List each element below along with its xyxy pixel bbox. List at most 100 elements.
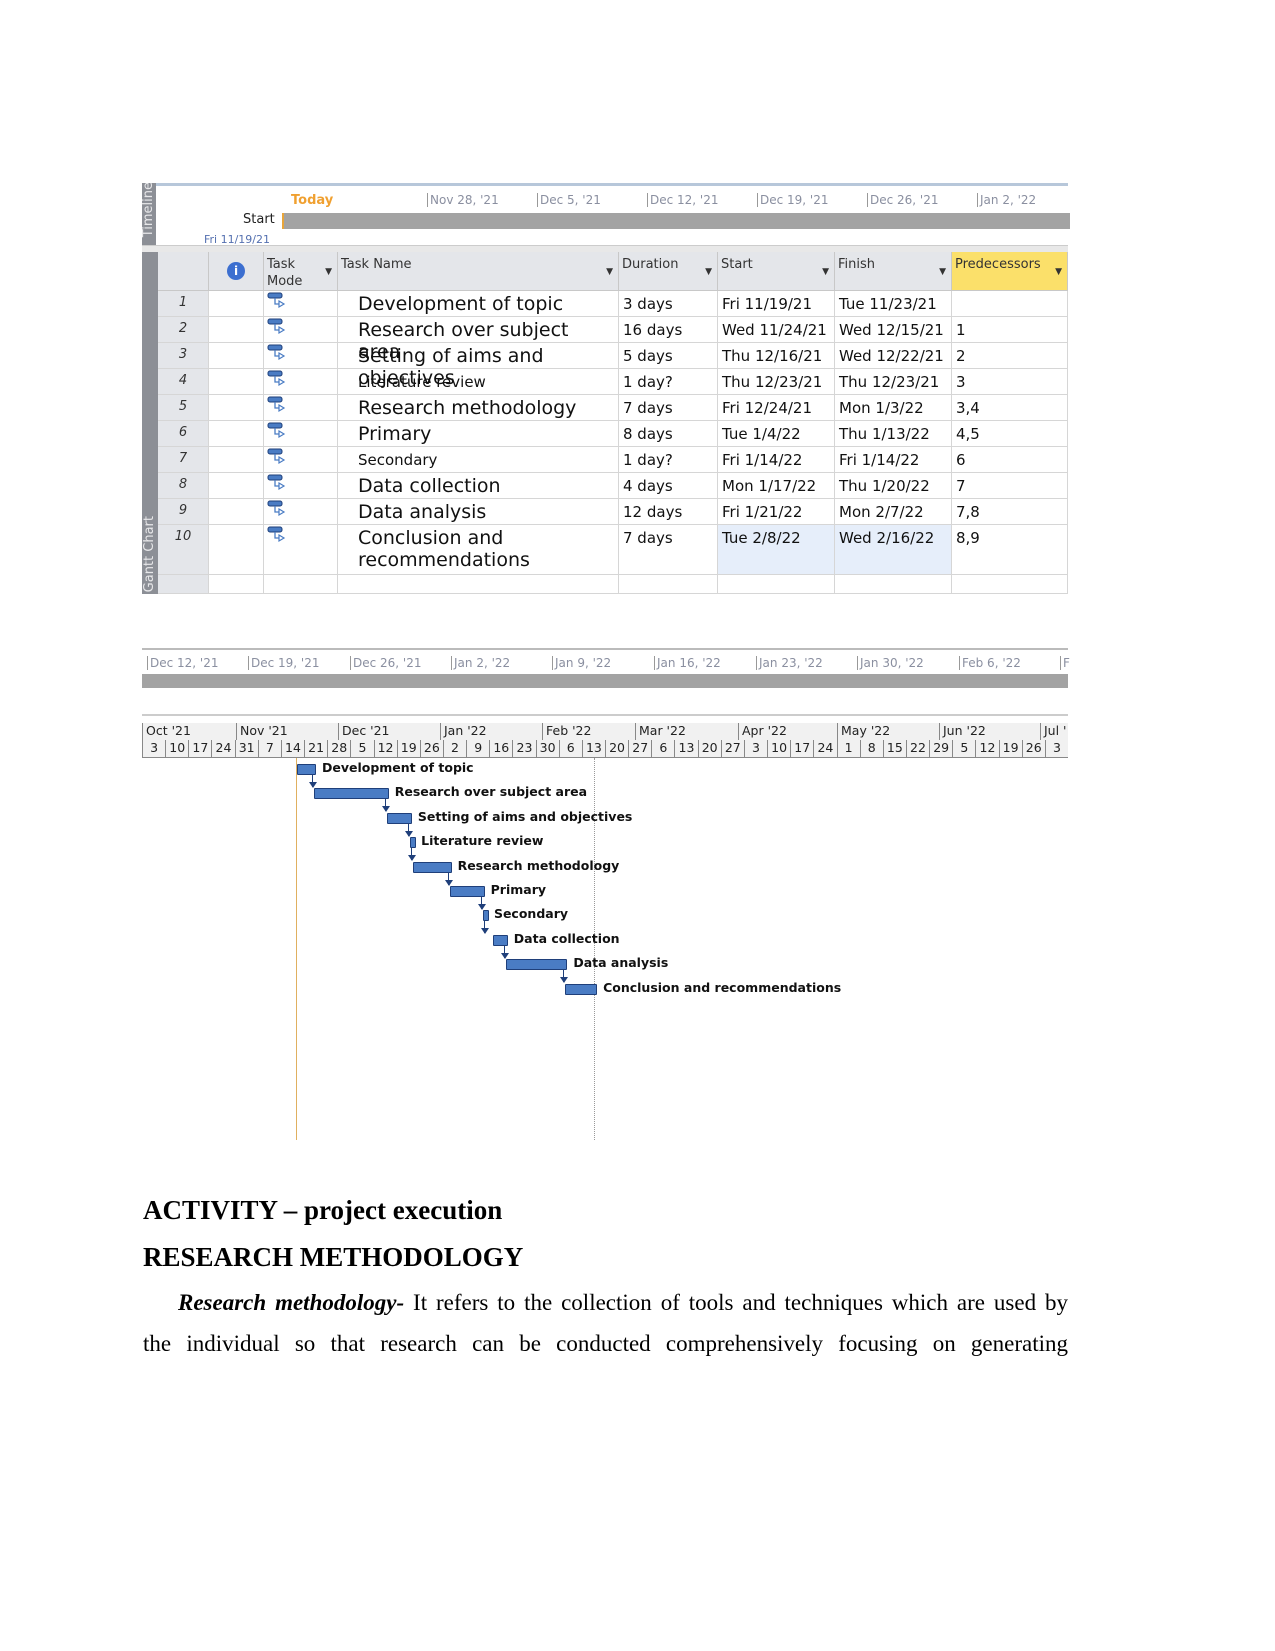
auto-scheduled-task-icon [267,318,286,335]
auto-scheduled-task-icon [267,422,286,439]
cell-name[interactable]: Setting of aims and objectives [338,343,619,389]
cell-pred[interactable]: 3,4 [952,395,1068,421]
cell-finish[interactable]: Thu 1/13/22 [835,421,952,447]
cell-finish[interactable]: Thu 12/23/21 [835,369,952,395]
cell-name[interactable]: Development of topic [338,291,619,317]
empty-cell[interactable] [264,575,338,594]
week-label: 17 [790,740,813,757]
timeline2-bar[interactable] [142,674,1068,688]
header-duration[interactable]: Duration ▼ [619,252,718,291]
cell-duration[interactable]: 3 days [619,291,718,317]
gantt-bar[interactable] [565,983,598,995]
cell-name[interactable]: Literature review [338,369,619,395]
task-mode-cell [264,291,338,317]
week-label: 19 [998,740,1022,757]
gantt-bar[interactable] [313,788,389,800]
cell-pred[interactable]: 7,8 [952,499,1068,525]
info-icon: i [227,262,245,280]
header-finish[interactable]: Finish ▼ [835,252,952,291]
cell-pred[interactable] [952,291,1068,317]
gantt-bar[interactable] [505,959,568,971]
cell-pred[interactable]: 2 [952,343,1068,369]
dropdown-arrow-icon[interactable]: ▼ [1055,264,1062,281]
cell-name[interactable]: Data analysis [338,499,619,525]
dropdown-arrow-icon[interactable]: ▼ [939,264,946,281]
cell-name[interactable]: Primary [338,421,619,447]
cell-start[interactable]: Fri 1/21/22 [718,499,835,525]
cell-pred[interactable]: 4,5 [952,421,1068,447]
cell-name[interactable]: Conclusion and recommendations [338,525,619,575]
week-label: 3 [1044,740,1068,757]
gantt-bar-label: Conclusion and recommendations [603,979,842,995]
cell-start[interactable]: Mon 1/17/22 [718,473,835,499]
empty-cell[interactable] [952,575,1068,594]
header-info[interactable]: i [209,252,264,291]
cell-start[interactable]: Thu 12/16/21 [718,343,835,369]
empty-cell[interactable] [338,575,619,594]
cell-duration[interactable]: 5 days [619,343,718,369]
dependency-arrowhead-icon [480,928,489,935]
header-task-mode[interactable]: Task Mode ▼ [264,252,338,291]
empty-cell[interactable] [158,575,209,594]
dropdown-arrow-icon[interactable]: ▼ [822,264,829,281]
cell-start[interactable]: Fri 1/14/22 [718,447,835,473]
gantt-bar[interactable] [449,886,485,897]
empty-cell[interactable] [209,575,264,594]
cell-pred[interactable]: 3 [952,369,1068,395]
cell-finish[interactable]: Tue 11/23/21 [835,291,952,317]
cell-duration[interactable]: 16 days [619,317,718,343]
task-mode-cell [264,499,338,525]
cell-duration[interactable]: 4 days [619,473,718,499]
cell-pred[interactable]: 6 [952,447,1068,473]
timeline-top-border [156,183,1068,186]
cell-pred[interactable]: 7 [952,473,1068,499]
dropdown-arrow-icon[interactable]: ▼ [606,264,613,281]
cell-finish[interactable]: Wed 2/16/22 [835,525,952,575]
timeline-date-label: Nov 28, '21 [427,193,499,207]
dropdown-arrow-icon[interactable]: ▼ [325,264,332,281]
week-label: 12 [975,740,998,757]
cell-name[interactable]: Research methodology [338,395,619,421]
cell-start[interactable]: Wed 11/24/21 [718,317,835,343]
cell-finish[interactable]: Wed 12/15/21 [835,317,952,343]
cell-finish[interactable]: Mon 1/3/22 [835,395,952,421]
cell-duration[interactable]: 7 days [619,395,718,421]
empty-cell[interactable] [619,575,718,594]
cell-duration[interactable]: 8 days [619,421,718,447]
header-start[interactable]: Start ▼ [718,252,835,291]
cell-start[interactable]: Fri 12/24/21 [718,395,835,421]
cell-duration[interactable]: 7 days [619,525,718,575]
header-task-name[interactable]: Task Name ▼ [338,252,619,291]
cell-duration[interactable]: 1 day? [619,447,718,473]
empty-cell[interactable] [835,575,952,594]
row-number: 10 [158,525,209,575]
cell-finish[interactable]: Wed 12/22/21 [835,343,952,369]
cell-pred[interactable]: 8,9 [952,525,1068,575]
cell-start[interactable]: Tue 2/8/22 [718,525,835,575]
header-label: Start [721,257,753,272]
header-label: Duration [622,257,679,272]
cell-name[interactable]: Secondary [338,447,619,473]
cell-finish[interactable]: Thu 1/20/22 [835,473,952,499]
cell-duration[interactable]: 1 day? [619,369,718,395]
gantt-bar[interactable] [413,861,452,873]
cell-duration[interactable]: 12 days [619,499,718,525]
task-mode-cell [264,317,338,343]
cell-start[interactable]: Tue 1/4/22 [718,421,835,447]
timeline-bar[interactable] [282,213,1070,229]
cell-finish[interactable]: Fri 1/14/22 [835,447,952,473]
cell-finish[interactable]: Mon 2/7/22 [835,499,952,525]
header-predecessors[interactable]: Predecessors ▼ [952,252,1068,291]
cell-pred[interactable]: 1 [952,317,1068,343]
cell-start[interactable]: Fri 11/19/21 [718,291,835,317]
divider [142,648,1068,650]
cell-start[interactable]: Thu 12/23/21 [718,369,835,395]
dropdown-arrow-icon[interactable]: ▼ [705,264,712,281]
cell-name[interactable]: Research over subject area [338,317,619,363]
month-label: May '22 [837,723,939,740]
timeline-date-label: Dec 12, '21 [147,656,219,670]
indicator-cell [209,395,264,421]
indicator-cell [209,343,264,369]
empty-cell[interactable] [718,575,835,594]
cell-name[interactable]: Data collection [338,473,619,499]
